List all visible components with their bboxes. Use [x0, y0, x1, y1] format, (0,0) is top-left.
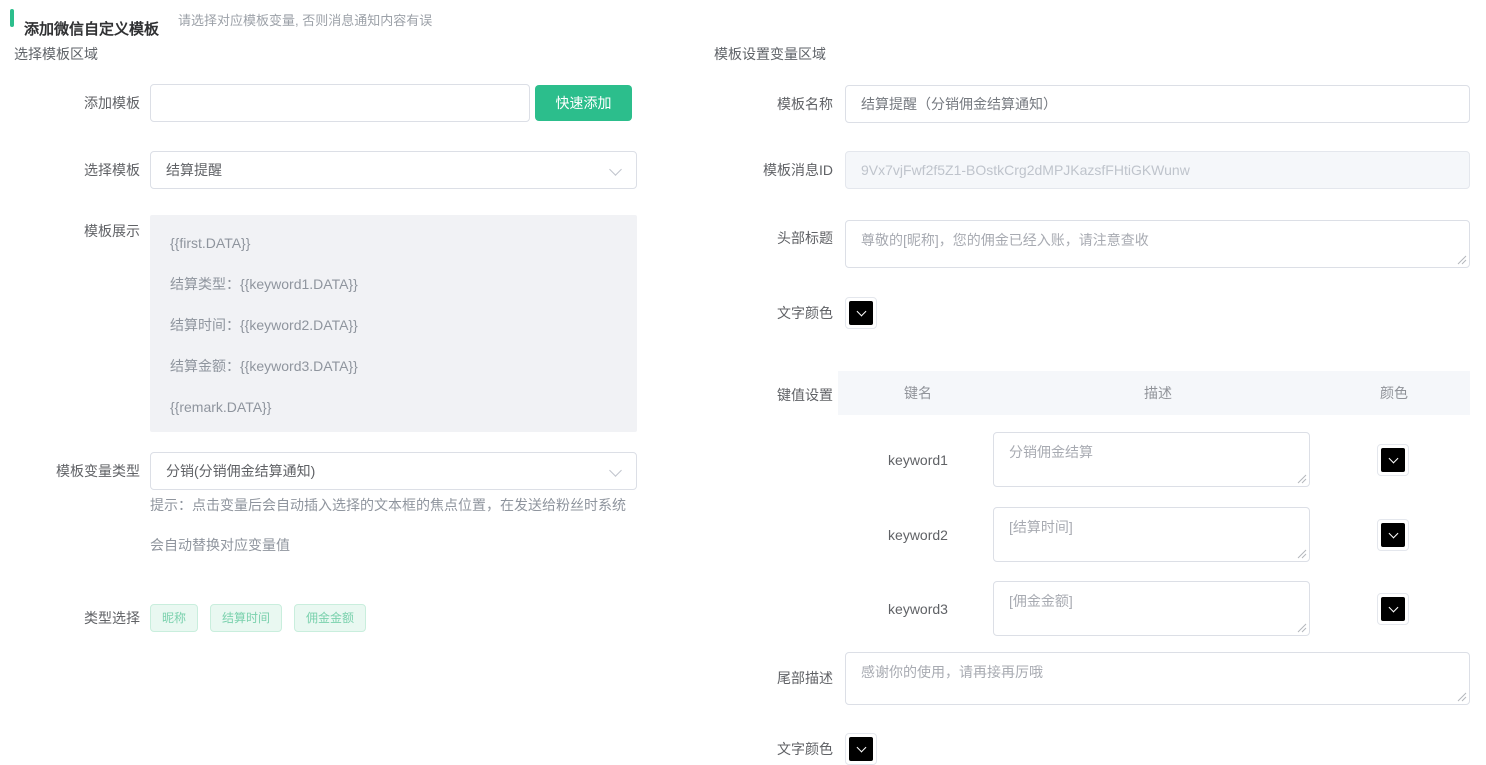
header-title-textarea[interactable]: 尊敬的[昵称]，您的佣金已经入账，请注意查收 — [845, 220, 1470, 268]
chevron-down-icon — [609, 163, 622, 176]
preview-line: {{first.DATA}} — [170, 223, 617, 264]
add-template-input[interactable] — [150, 84, 530, 122]
chevron-down-icon — [1388, 603, 1398, 613]
preview-line: 结算金额：{{keyword3.DATA}} — [170, 346, 617, 387]
color-swatch — [849, 301, 873, 325]
chevron-down-icon — [609, 464, 622, 477]
chevron-down-icon — [856, 307, 866, 317]
tag-nickname[interactable]: 昵称 — [150, 604, 198, 632]
add-wechat-template-page: { "header": { "title": "添加微信自定义模板", "sub… — [0, 0, 1486, 751]
footer-desc-label: 尾部描述 — [694, 668, 833, 688]
select-template-dropdown[interactable]: 结算提醒 — [150, 151, 637, 189]
key-value-label: 键值设置 — [694, 385, 833, 405]
keyword3-color-picker[interactable] — [1377, 593, 1409, 625]
quick-add-button[interactable]: 快速添加 — [535, 85, 632, 121]
header-title-label: 头部标题 — [694, 228, 833, 248]
tag-settle-time[interactable]: 结算时间 — [210, 604, 282, 632]
color-swatch — [849, 737, 873, 761]
variable-type-label: 模板变量类型 — [0, 461, 140, 481]
page-title: 添加微信自定义模板 — [24, 18, 159, 39]
table-row: keyword2 [结算时间] — [838, 507, 1470, 562]
keyword3-desc-textarea[interactable]: [佣金金额] — [993, 581, 1310, 636]
preview-line: {{remark.DATA}} — [170, 387, 617, 428]
keyword1-color-picker[interactable] — [1377, 444, 1409, 476]
accent-bar — [10, 9, 14, 27]
key-name: keyword2 — [838, 507, 998, 562]
column-header-desc: 描述 — [998, 383, 1318, 403]
template-id-label: 模板消息ID — [694, 160, 833, 180]
select-template-value: 结算提醒 — [166, 160, 222, 180]
template-id-input — [845, 151, 1470, 189]
page-subtitle: 请选择对应模板变量, 否则消息通知内容有误 — [178, 10, 432, 29]
left-section-title: 选择模板区域 — [14, 44, 98, 64]
column-header-key: 键名 — [838, 383, 998, 403]
key-name: keyword3 — [838, 581, 998, 636]
preview-line: 结算类型：{{keyword1.DATA}} — [170, 264, 617, 305]
text-color-picker[interactable] — [845, 297, 877, 329]
color-swatch — [1381, 597, 1405, 621]
chevron-down-icon — [1388, 529, 1398, 539]
key-name: keyword1 — [838, 432, 998, 487]
add-template-label: 添加模板 — [0, 93, 140, 113]
variable-type-value: 分销(分销佣金结算通知) — [166, 461, 315, 481]
footer-desc-textarea[interactable]: 感谢你的使用，请再接再厉哦 — [845, 652, 1470, 705]
preview-line: 结算时间：{{keyword2.DATA}} — [170, 305, 617, 346]
text-color-label: 文字颜色 — [694, 303, 833, 323]
text-color-bottom-label: 文字颜色 — [694, 739, 833, 759]
template-preview-label: 模板展示 — [0, 221, 140, 241]
color-swatch — [1381, 523, 1405, 547]
key-value-table-header: 键名 描述 颜色 — [838, 371, 1470, 415]
column-header-color: 颜色 — [1318, 383, 1470, 403]
right-section-title: 模板设置变量区域 — [714, 44, 826, 64]
keyword1-desc-textarea[interactable]: 分销佣金结算 — [993, 432, 1310, 487]
keyword2-color-picker[interactable] — [1377, 519, 1409, 551]
variable-hint-text: 提示：点击变量后会自动插入选择的文本框的焦点位置，在发送给粉丝时系统会自动替换对… — [150, 485, 632, 565]
template-name-input[interactable] — [845, 85, 1470, 123]
type-select-label: 类型选择 — [0, 608, 140, 628]
tag-commission-amount[interactable]: 佣金金额 — [294, 604, 366, 632]
select-template-label: 选择模板 — [0, 160, 140, 180]
table-row: keyword1 分销佣金结算 — [838, 432, 1470, 487]
template-preview-box: {{first.DATA}} 结算类型：{{keyword1.DATA}} 结算… — [150, 215, 637, 432]
chevron-down-icon — [1388, 454, 1398, 464]
text-color-bottom-picker[interactable] — [845, 733, 877, 765]
keyword2-desc-textarea[interactable]: [结算时间] — [993, 507, 1310, 562]
table-row: keyword3 [佣金金额] — [838, 581, 1470, 636]
template-name-label: 模板名称 — [694, 94, 833, 114]
color-swatch — [1381, 448, 1405, 472]
